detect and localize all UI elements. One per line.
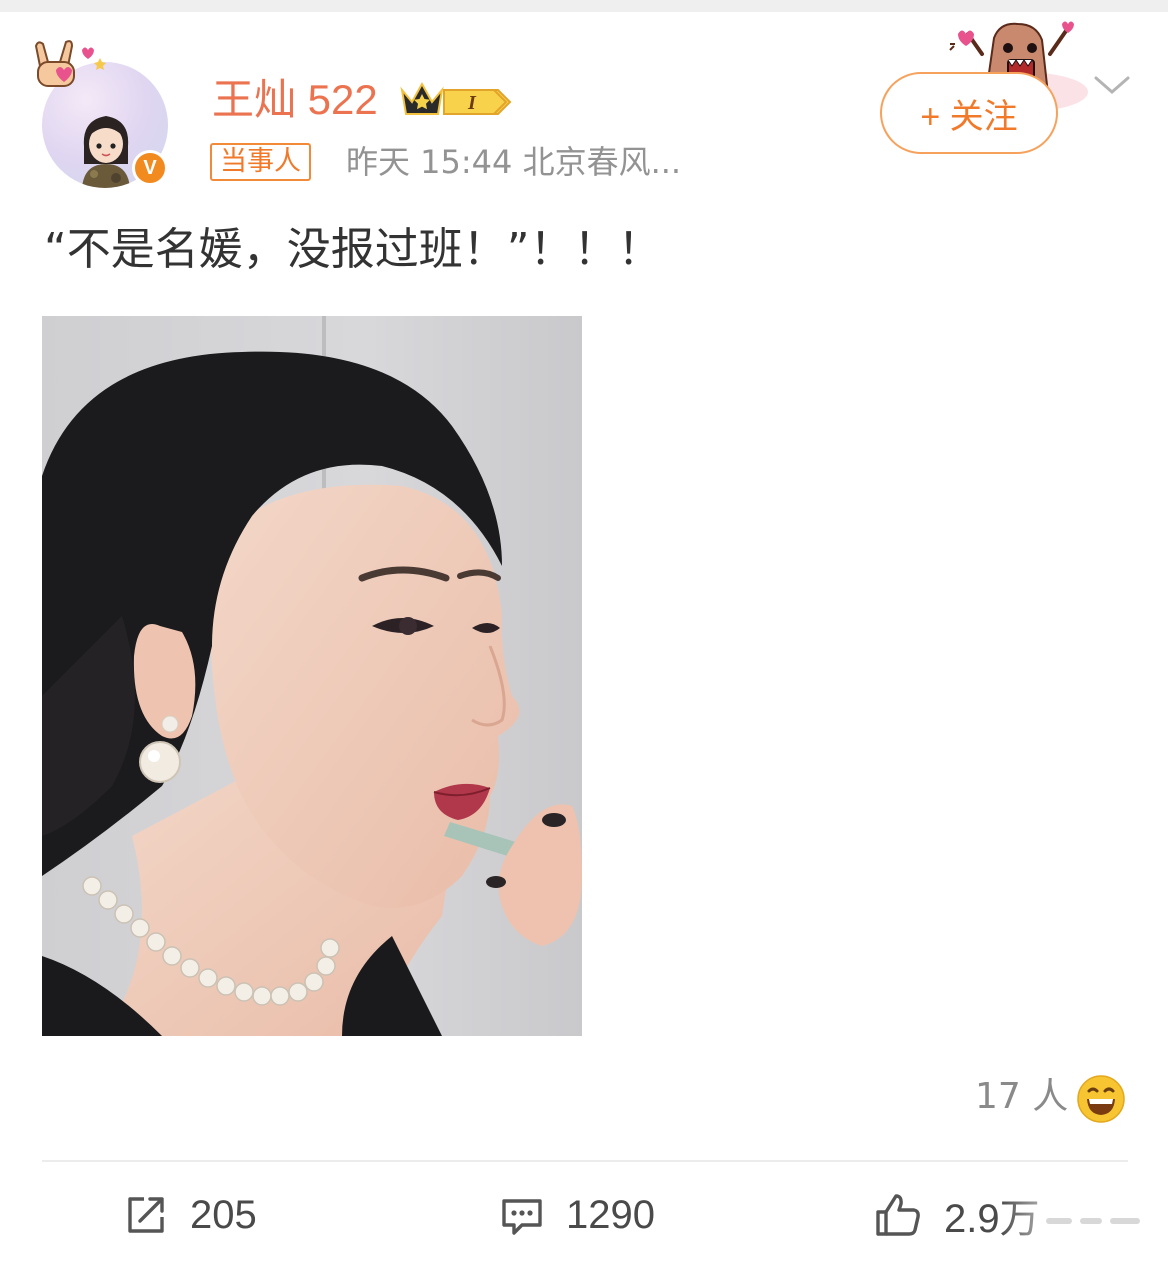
comment-icon (502, 1199, 542, 1235)
author-avatar[interactable]: V (30, 36, 180, 192)
post-photo[interactable] (42, 316, 582, 1036)
vip-crown-icon: I (400, 81, 512, 115)
comment-button[interactable]: 1290 (500, 1190, 655, 1240)
rock-hand-frame-icon (34, 40, 106, 87)
thumbs-up-icon (876, 1194, 920, 1236)
share-count: 205 (190, 1192, 257, 1237)
verified-badge-icon: V (132, 150, 168, 186)
reaction-count[interactable]: 17 人 (975, 1074, 1068, 1120)
chevron-down-icon[interactable] (1092, 70, 1132, 100)
post-meta: 昨天 15:44 北京春风... (346, 143, 682, 181)
watermark-mark (1080, 1218, 1102, 1224)
top-strip (0, 0, 1168, 12)
author-name[interactable]: 王灿 522 (212, 74, 378, 126)
grinning-face-icon[interactable] (1076, 1074, 1126, 1124)
watermark-mark (1046, 1218, 1072, 1224)
follow-button[interactable]: + 关注 (880, 72, 1058, 154)
share-icon (128, 1197, 164, 1233)
post-text: “不是名媛，没报过班！”！！！ (44, 224, 662, 275)
svg-text:I: I (467, 92, 477, 114)
comment-count: 1290 (566, 1192, 655, 1237)
watermark-fade (1000, 1176, 1168, 1256)
role-tag: 当事人 (210, 143, 311, 181)
photo-image (42, 316, 582, 1036)
avatar-figure-icon (82, 116, 130, 188)
action-divider (42, 1160, 1128, 1162)
watermark-mark (1110, 1218, 1140, 1224)
share-button[interactable]: 205 (124, 1190, 257, 1240)
